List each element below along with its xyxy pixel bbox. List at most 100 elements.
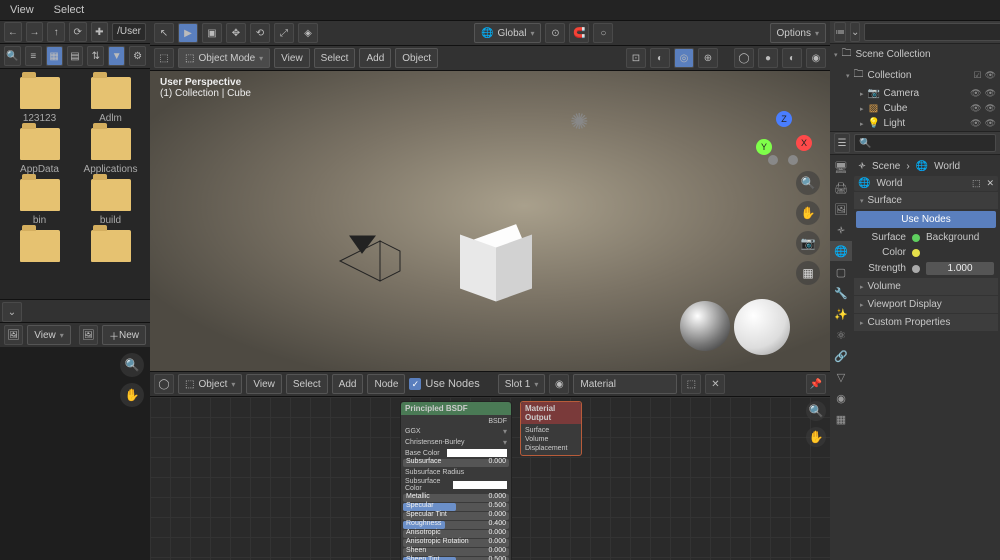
shade-wire-icon[interactable]: ◯ xyxy=(734,48,754,68)
pan-icon[interactable]: ✋ xyxy=(796,201,820,225)
camera-object[interactable] xyxy=(330,231,400,291)
snap-icon[interactable]: 🧲 xyxy=(569,23,589,43)
folder-item[interactable]: Applications xyxy=(75,128,146,175)
panel-volume[interactable]: ▸Volume xyxy=(854,278,998,295)
node-mode-dropdown[interactable]: ⬚ Object▾ xyxy=(178,374,242,394)
axis-neg[interactable] xyxy=(788,155,798,165)
node-value-slider[interactable]: Specular0.500 xyxy=(403,503,509,511)
settings-icon[interactable]: ⚙ xyxy=(129,46,146,66)
slot-dropdown[interactable]: Slot 1▾ xyxy=(498,374,546,394)
refresh-button[interactable]: ⟳ xyxy=(69,22,87,42)
orientation-dropdown[interactable]: 🌐 Global▾ xyxy=(474,23,541,43)
editor-type-icon[interactable]: ◯ xyxy=(154,374,174,394)
tab-particles[interactable]: ✨ xyxy=(830,304,852,324)
use-nodes-checkbox[interactable]: ✓ xyxy=(409,378,421,390)
overlay-toggle-icon[interactable]: ◐ xyxy=(650,48,670,68)
outliner-item[interactable]: ▸💡Light👁👁 xyxy=(830,116,1000,131)
zoom-icon[interactable]: 🔍 xyxy=(796,171,820,195)
proportional-edit-icon[interactable]: ○ xyxy=(593,23,613,43)
color-row[interactable]: Color xyxy=(854,245,998,260)
node-menu-add[interactable]: Add xyxy=(332,374,364,394)
new-material-icon[interactable]: ⬚ xyxy=(681,374,701,394)
overlay-icon[interactable]: ⊡ xyxy=(626,48,646,68)
material-output-node[interactable]: Material Output Surface Volume Displacem… xyxy=(520,401,582,456)
collection-row[interactable]: ▾🗀Collection ☑👁 xyxy=(830,65,1000,86)
tab-data[interactable]: ▽ xyxy=(830,367,852,387)
shading-toggle-icon[interactable]: ⊕ xyxy=(698,48,718,68)
use-nodes-button[interactable]: Use Nodes xyxy=(856,211,996,228)
node-value-slider[interactable]: Metallic0.000 xyxy=(403,494,509,502)
viewport-menu-select[interactable]: Select xyxy=(314,48,356,68)
shade-matprev-icon[interactable]: ◐ xyxy=(782,48,802,68)
tab-world[interactable]: 🌐 xyxy=(830,241,852,261)
box-select-icon[interactable]: ▣ xyxy=(202,23,222,43)
mode-dropdown[interactable]: ⬚ Object Mode▾ xyxy=(178,48,270,68)
rotate-tool-icon[interactable]: ⟲ xyxy=(250,23,270,43)
viewport-menu-view[interactable]: View xyxy=(274,48,310,68)
sort-icon[interactable]: ⇅ xyxy=(87,46,104,66)
image-editor-viewport[interactable]: 🔍 ✋ xyxy=(0,347,150,560)
material-name-field[interactable]: Material xyxy=(573,374,677,394)
new-folder-button[interactable]: ✚ xyxy=(91,22,109,42)
options-dropdown[interactable]: Options▾ xyxy=(770,23,826,43)
node-menu-view[interactable]: View xyxy=(246,374,282,394)
world-datablock[interactable]: 🌐World ⬚✕ xyxy=(854,176,998,191)
path-field[interactable]: /User xyxy=(112,23,146,41)
xray-icon[interactable]: ◎ xyxy=(674,48,694,68)
list-view-icon[interactable]: ≡ xyxy=(25,46,42,66)
pan-icon[interactable]: ✋ xyxy=(120,383,144,407)
tab-scene[interactable]: 🟇 xyxy=(830,220,852,240)
axis-z[interactable]: Z xyxy=(776,111,792,127)
axis-neg[interactable] xyxy=(768,155,778,165)
filter-icon[interactable]: ▼ xyxy=(108,46,125,66)
editor-type-icon[interactable]: 🖼 xyxy=(4,325,23,345)
node-value-slider[interactable]: Subsurface0.000 xyxy=(403,459,509,467)
node-value-slider[interactable]: Specular Tint0.000 xyxy=(403,512,509,520)
scale-tool-icon[interactable]: ⤢ xyxy=(274,23,294,43)
shade-solid-icon[interactable]: ● xyxy=(758,48,778,68)
strength-field[interactable]: 1.000 xyxy=(926,262,994,275)
viewport-menu-add[interactable]: Add xyxy=(359,48,391,68)
panel-surface[interactable]: ▾Surface xyxy=(854,192,998,209)
cursor-tool-icon[interactable]: ↖ xyxy=(154,23,174,43)
outliner-item[interactable]: ▸📷Camera👁👁 xyxy=(830,86,1000,101)
axis-x[interactable]: X xyxy=(796,135,812,151)
node-menu-select[interactable]: Select xyxy=(286,374,328,394)
thumb-view-icon[interactable]: ▤ xyxy=(67,46,84,66)
pan-icon[interactable]: ✋ xyxy=(806,427,826,447)
outliner-item[interactable]: ▸▨Cube👁👁 xyxy=(830,101,1000,116)
tab-material[interactable]: ◉ xyxy=(830,388,852,408)
folder-item[interactable]: Adlm xyxy=(75,77,146,124)
unlink-icon[interactable]: ✕ xyxy=(705,374,725,394)
search-icon[interactable]: 🔍 xyxy=(4,46,21,66)
move-tool-icon[interactable]: ✥ xyxy=(226,23,246,43)
navigation-gizmo[interactable]: Z X Y xyxy=(756,115,812,171)
tab-object[interactable]: ▢ xyxy=(830,262,852,282)
image-select-icon[interactable]: 🖼 xyxy=(79,325,98,345)
pin-icon[interactable]: 📌 xyxy=(806,374,826,394)
tab-physics[interactable]: ⚛ xyxy=(830,325,852,345)
node-value-slider[interactable]: Anisotropic Rotation0.000 xyxy=(403,539,509,547)
camera-view-icon[interactable]: 📷 xyxy=(796,231,820,255)
zoom-icon[interactable]: 🔍 xyxy=(120,353,144,377)
cube-object[interactable] xyxy=(460,231,530,301)
perspective-toggle-icon[interactable]: ▦ xyxy=(796,261,820,285)
menu-item[interactable]: View xyxy=(0,4,44,16)
outliner-search[interactable] xyxy=(864,23,1000,41)
node-menu-node[interactable]: Node xyxy=(367,374,405,394)
transform-tool-icon[interactable]: ◈ xyxy=(298,23,318,43)
grid-view-icon[interactable]: ▦ xyxy=(46,46,63,66)
pivot-icon[interactable]: ⊙ xyxy=(545,23,565,43)
folder-item[interactable]: build xyxy=(75,179,146,226)
tab-render[interactable]: 🖥 xyxy=(830,157,852,177)
material-browse-icon[interactable]: ◉ xyxy=(549,374,569,394)
tab-texture[interactable]: ▦ xyxy=(830,409,852,429)
strength-row[interactable]: Strength 1.000 xyxy=(854,260,998,277)
editor-type-icon[interactable]: ⬚ xyxy=(154,48,174,68)
properties-search[interactable] xyxy=(854,134,996,152)
tab-output[interactable]: 🖨 xyxy=(830,178,852,198)
folder-item[interactable]: bin xyxy=(4,179,75,226)
editor-type-icon[interactable]: ≔ xyxy=(834,22,846,42)
forward-button[interactable]: → xyxy=(26,22,44,42)
shade-render-icon[interactable]: ◉ xyxy=(806,48,826,68)
